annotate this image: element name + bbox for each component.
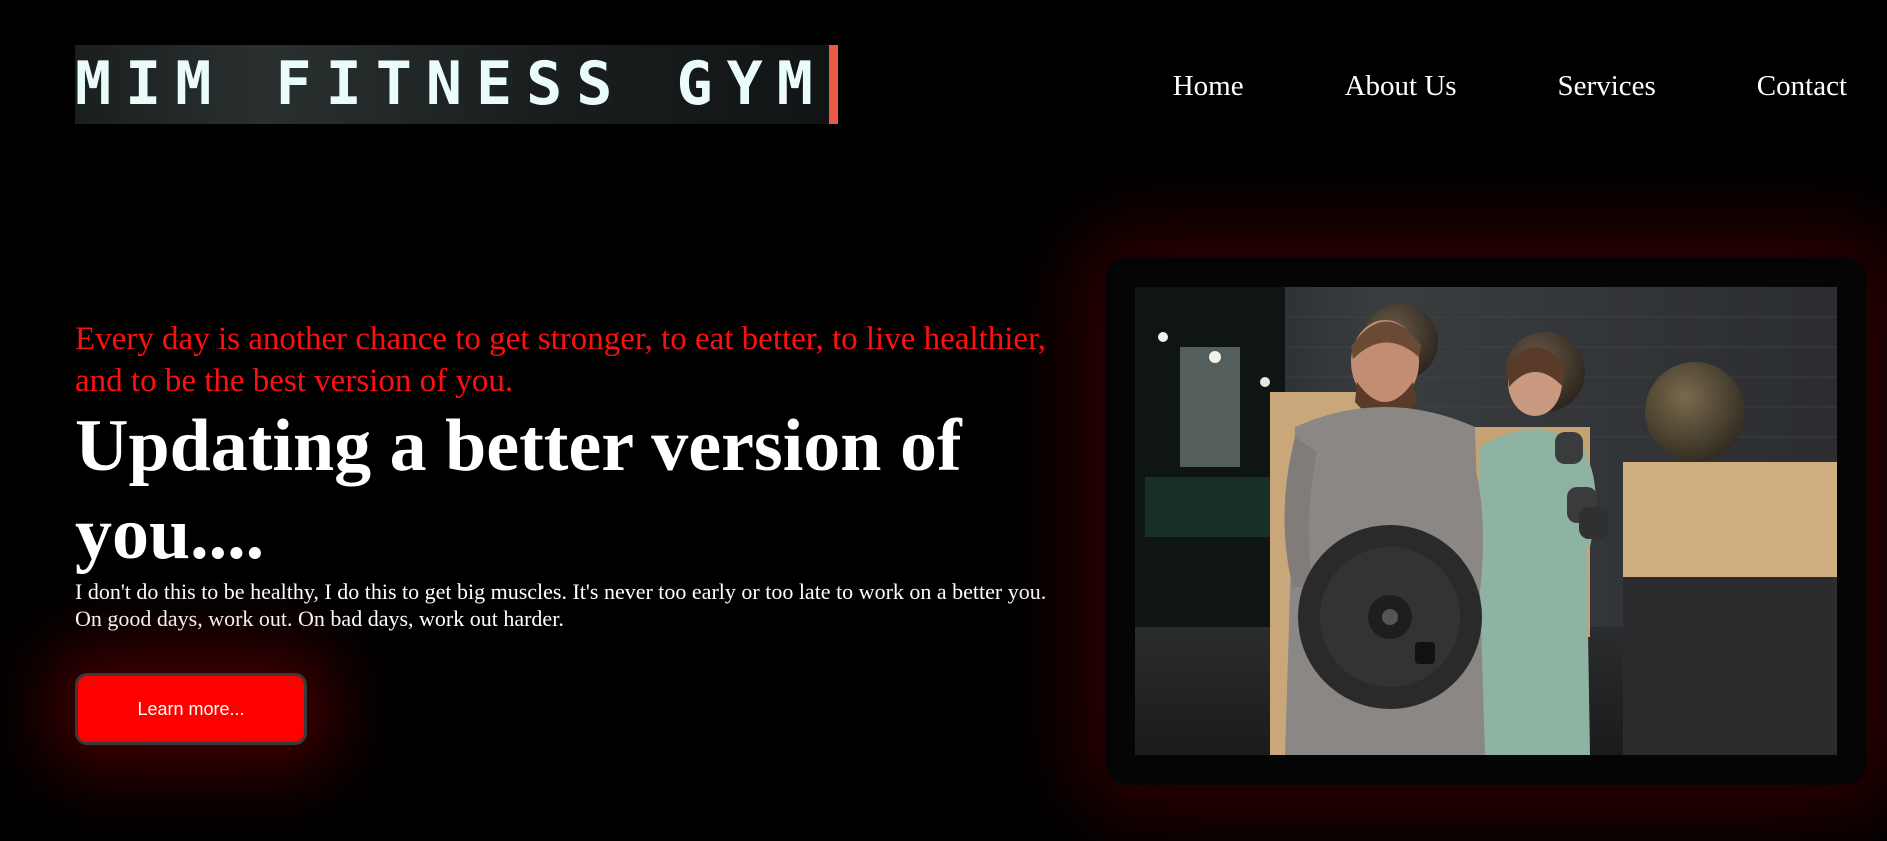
logo-cursor-bar — [828, 45, 838, 124]
nav-home-link[interactable]: Home — [1173, 66, 1244, 106]
nav-about-link[interactable]: About Us — [1345, 66, 1457, 106]
hero-body: I don't do this to be healthy, I do this… — [75, 579, 1047, 631]
main-nav: Home About Us Services Contact — [1173, 66, 1847, 106]
logo-text: MIM FITNESS GYM — [75, 49, 827, 119]
hero-headline: Updating a better version of you.... — [75, 405, 962, 575]
nav-services-link[interactable]: Services — [1558, 66, 1656, 106]
hero-tagline: Every day is another chance to get stron… — [75, 321, 1046, 399]
site-logo[interactable]: MIM FITNESS GYM — [75, 45, 838, 124]
nav-contact-link[interactable]: Contact — [1757, 66, 1847, 106]
hero-section: Every day is another chance to get stron… — [75, 318, 1065, 632]
learn-more-button[interactable]: Learn more... — [75, 673, 307, 745]
hero-photo — [1135, 287, 1837, 755]
